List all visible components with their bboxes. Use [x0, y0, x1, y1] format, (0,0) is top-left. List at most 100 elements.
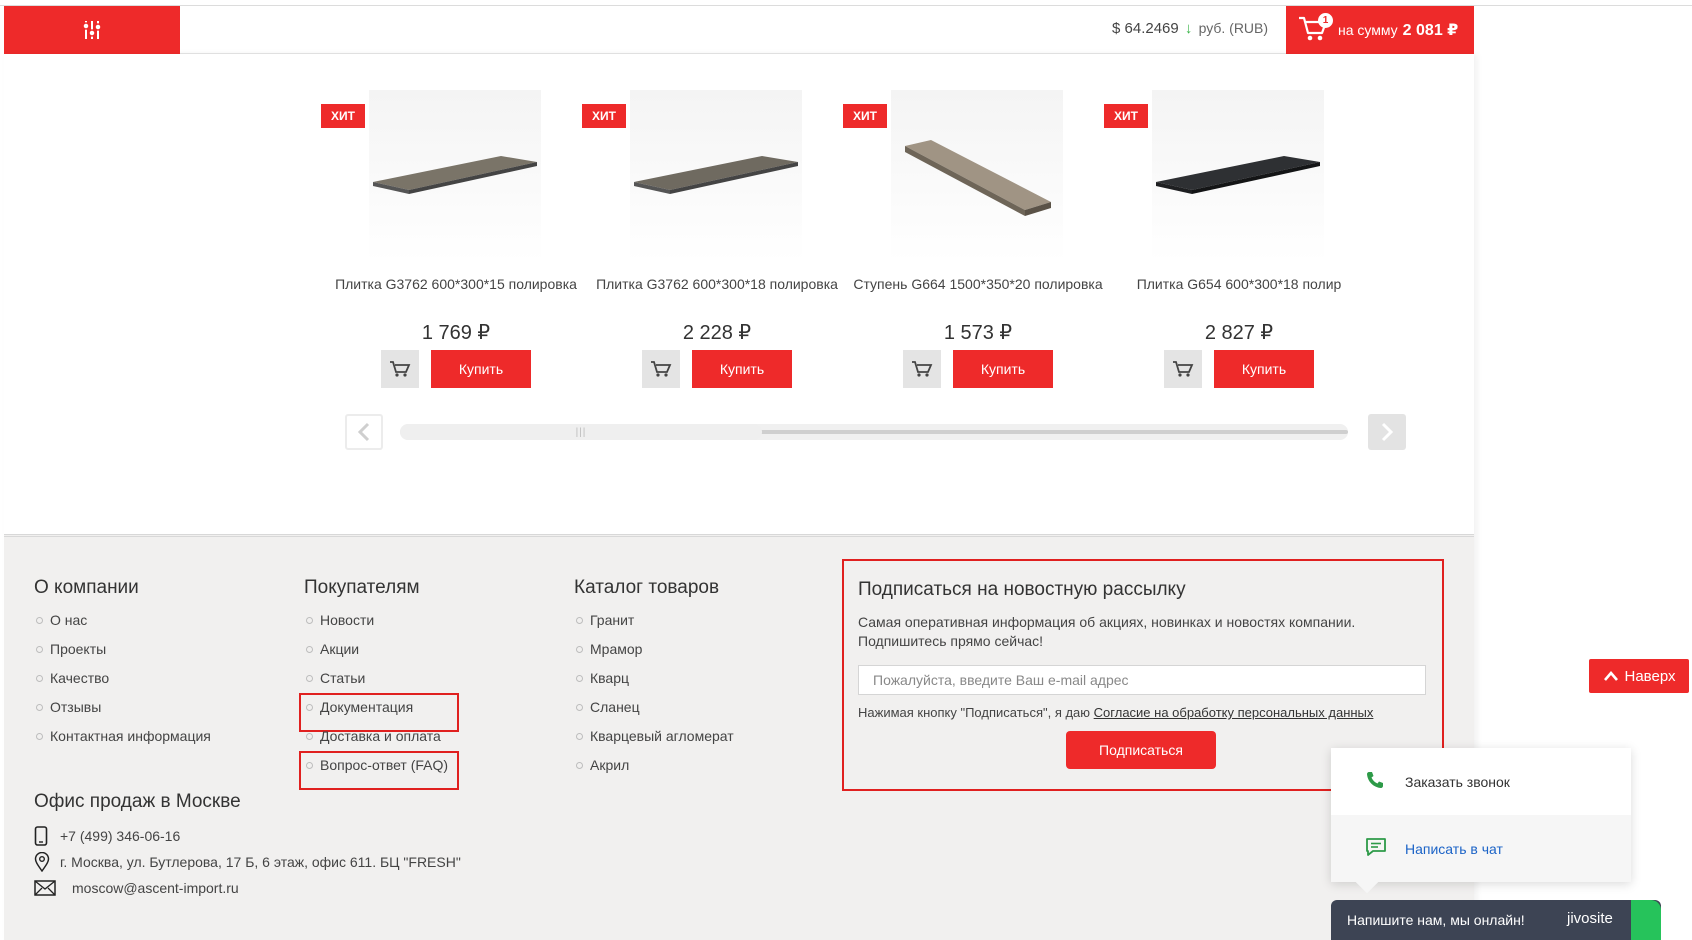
- footer-link-documentation[interactable]: Документация: [299, 693, 459, 732]
- footer-link[interactable]: Проекты: [34, 640, 211, 669]
- footer-link[interactable]: Кварц: [574, 669, 734, 698]
- footer-link-faq[interactable]: Вопрос-ответ (FAQ): [299, 751, 459, 790]
- rate-down-arrow-icon: ↓: [1184, 20, 1193, 37]
- footer-link[interactable]: Отзывы: [34, 698, 211, 727]
- cart-sum-label: на сумму: [1338, 22, 1398, 38]
- mail-icon: [34, 880, 68, 896]
- carousel-prev-button[interactable]: [345, 414, 383, 450]
- add-to-cart-button[interactable]: [642, 350, 680, 388]
- product-image[interactable]: [630, 90, 802, 262]
- footer-link[interactable]: Кварцевый агломерат: [574, 727, 734, 756]
- filter-menu-button[interactable]: [4, 6, 180, 54]
- office-phone-row: +7 (499) 346-06-16: [34, 823, 461, 849]
- footer-link[interactable]: Гранит: [574, 611, 734, 640]
- product-price: 1 769 ₽: [421, 322, 491, 344]
- product-name[interactable]: Плитка G654 600*300*18 полир: [1104, 276, 1374, 292]
- cart-button[interactable]: 1 на сумму 2 081 ₽: [1286, 6, 1474, 54]
- chevron-right-icon: [1381, 422, 1394, 442]
- currency-rate: $ 64.2469 ↓ руб. (RUB): [1112, 20, 1268, 37]
- footer-heading: Каталог товаров: [574, 577, 720, 598]
- jivo-menu: Заказать звонок Написать в чат: [1331, 748, 1631, 894]
- chat-bubble-icon: [1365, 837, 1405, 860]
- product-name[interactable]: Ступень G664 1500*350*20 полировка: [843, 276, 1113, 292]
- cart-icon: 1: [1298, 13, 1333, 45]
- product-name[interactable]: Плитка G3762 600*300*18 полировка: [582, 276, 852, 292]
- product-image[interactable]: [1152, 90, 1324, 262]
- stone-slab-shape: [905, 140, 1051, 210]
- scroll-to-top-label: Наверх: [1624, 667, 1676, 685]
- consent-prefix: Нажимая кнопку "Подписаться", я даю: [858, 705, 1094, 720]
- cart-icon: [651, 361, 672, 377]
- cart-sum: 2 081 ₽: [1402, 22, 1459, 39]
- newsletter-description: Самая оперативная информация об акциях, …: [858, 614, 1356, 649]
- product-price: 2 827 ₽: [1204, 322, 1274, 344]
- footer-link[interactable]: Доставка и оплата: [304, 727, 454, 756]
- buy-button[interactable]: Купить: [431, 350, 531, 388]
- footer-link[interactable]: Акрил: [574, 756, 734, 785]
- buy-button[interactable]: Купить: [1214, 350, 1314, 388]
- newsletter-title: Подписаться на новостную рассылку: [858, 579, 1186, 600]
- hit-badge: ХИТ: [843, 104, 887, 128]
- footer-link[interactable]: Акции: [304, 640, 454, 669]
- cart-icon: [390, 361, 411, 377]
- scrollbar-thumb[interactable]: |||: [400, 424, 762, 440]
- footer-link[interactable]: Сланец: [574, 698, 734, 727]
- email-input[interactable]: [858, 665, 1426, 695]
- footer-col-company: О компании О нас Проекты Качество Отзывы…: [34, 577, 211, 756]
- product-card: ХИТ Плитка G3762 600*300*15 полировка 1 …: [321, 90, 591, 390]
- hit-badge: ХИТ: [1104, 104, 1148, 128]
- add-to-cart-button[interactable]: [903, 350, 941, 388]
- subscribe-button[interactable]: Подписаться: [1066, 731, 1216, 769]
- footer-link[interactable]: Статьи: [304, 669, 454, 698]
- stone-slab-shape: [1156, 156, 1320, 190]
- hit-badge: ХИТ: [582, 104, 626, 128]
- footer-link[interactable]: Новости: [304, 611, 454, 640]
- product-name[interactable]: Плитка G3762 600*300*15 полировка: [321, 276, 591, 292]
- product-price: 1 573 ₽: [943, 322, 1013, 344]
- add-to-cart-button[interactable]: [381, 350, 419, 388]
- consent-link[interactable]: Согласие на обработку персональных данны…: [1094, 705, 1374, 720]
- location-pin-icon: [34, 852, 56, 872]
- stone-slab-shape: [373, 156, 537, 190]
- phone-icon: [34, 826, 56, 846]
- footer-link[interactable]: Качество: [34, 669, 211, 698]
- jivo-chat-bar[interactable]: Напишите нам, мы онлайн! jivosite: [1331, 900, 1661, 940]
- sliders-icon: [82, 21, 102, 39]
- phone-handset-icon: [1365, 770, 1405, 793]
- product-card: ХИТ Плитка G3762 600*300*18 полировка 2 …: [582, 90, 852, 390]
- carousel-scrollbar[interactable]: |||: [400, 424, 1348, 440]
- carousel-next-button[interactable]: [1368, 414, 1406, 450]
- office-address: г. Москва, ул. Бутлерова, 17 Б, 6 этаж, …: [60, 854, 461, 870]
- footer-heading: Покупателям: [304, 577, 420, 598]
- jivosite-logo: jivosite: [1567, 910, 1613, 927]
- cart-count-badge: 1: [1318, 13, 1333, 28]
- jivo-status-indicator: [1631, 900, 1661, 940]
- footer-link[interactable]: О нас: [34, 611, 211, 640]
- office-phone[interactable]: +7 (499) 346-06-16: [60, 828, 180, 844]
- footer-col-buyers: Покупателям Новости Акции Статьи Докумен…: [299, 577, 459, 790]
- product-image[interactable]: [891, 90, 1063, 262]
- product-card: ХИТ Плитка G654 600*300*18 полир 2 827 ₽…: [1104, 90, 1374, 390]
- scroll-to-top-button[interactable]: Наверх: [1589, 659, 1689, 693]
- write-chat-label: Написать в чат: [1405, 840, 1503, 857]
- rate-value: $ 64.2469: [1112, 20, 1179, 37]
- buy-button[interactable]: Купить: [692, 350, 792, 388]
- footer-heading: О компании: [34, 577, 139, 598]
- cart-icon: [1173, 361, 1194, 377]
- jivo-online-label: Напишите нам, мы онлайн!: [1347, 912, 1525, 928]
- buy-button[interactable]: Купить: [953, 350, 1053, 388]
- office-title: Офис продаж в Москве: [34, 791, 241, 812]
- office-email[interactable]: moscow@ascent-import.ru: [72, 880, 239, 896]
- rate-currency: руб. (RUB): [1198, 20, 1269, 36]
- office-email-row: moscow@ascent-import.ru: [34, 875, 461, 901]
- footer-link[interactable]: Мрамор: [574, 640, 734, 669]
- product-carousel: ХИТ Плитка G3762 600*300*15 полировка 1 …: [4, 54, 1474, 534]
- cart-icon: [912, 361, 933, 377]
- write-chat-item[interactable]: Написать в чат: [1331, 815, 1631, 882]
- add-to-cart-button[interactable]: [1164, 350, 1202, 388]
- hit-badge: ХИТ: [321, 104, 365, 128]
- header: $ 64.2469 ↓ руб. (RUB) 1 на сумму 2 081 …: [4, 6, 1474, 54]
- product-image[interactable]: [369, 90, 541, 262]
- footer-link[interactable]: Контактная информация: [34, 727, 211, 756]
- order-call-item[interactable]: Заказать звонок: [1331, 748, 1631, 815]
